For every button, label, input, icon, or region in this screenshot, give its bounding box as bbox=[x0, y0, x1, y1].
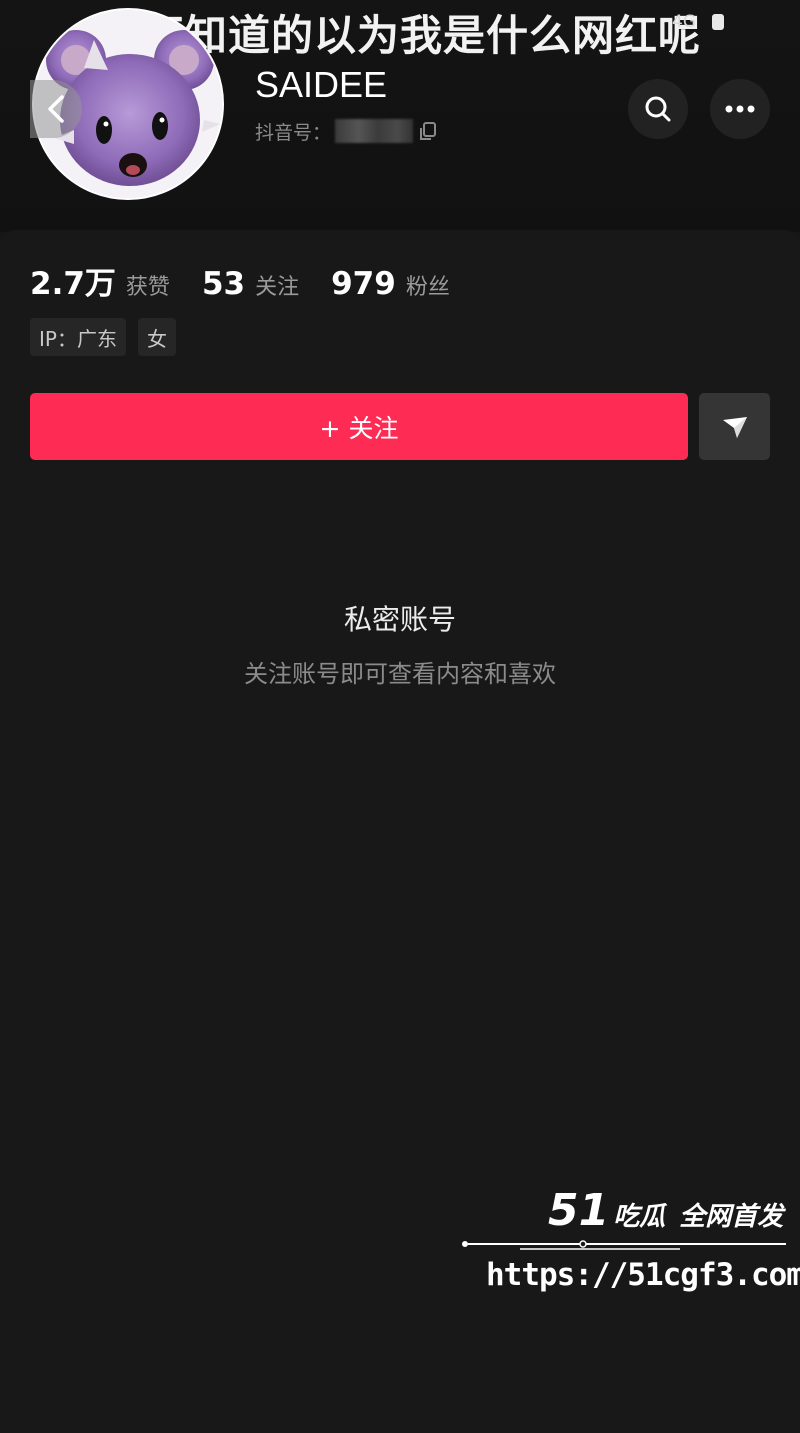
watermark-slogan: 全网首发 bbox=[679, 1202, 784, 1232]
stat-following-value: 53 bbox=[201, 266, 246, 302]
battery-icon bbox=[712, 14, 724, 30]
more-icon bbox=[725, 105, 755, 113]
search-button[interactable] bbox=[628, 79, 688, 139]
network-indicator: 4G bbox=[672, 12, 696, 32]
stat-following-label: 关注 bbox=[255, 275, 300, 300]
douyin-id: 抖音号： bbox=[255, 118, 439, 144]
stat-followers-value: 979 bbox=[331, 266, 396, 302]
username: SAIDEE bbox=[255, 64, 388, 105]
douyin-id-value-redacted bbox=[335, 119, 414, 143]
stat-followers-label: 粉丝 bbox=[405, 275, 450, 300]
private-account-subtitle: 关注账号即可查看内容和喜欢 bbox=[244, 660, 556, 688]
more-button[interactable] bbox=[710, 79, 770, 139]
douyin-id-label: 抖音号： bbox=[255, 121, 332, 144]
watermark-brand: 吃瓜 bbox=[613, 1202, 666, 1232]
follow-button[interactable]: + 关注 bbox=[30, 393, 688, 460]
watermark-logo: 51 吃瓜 全网首发 bbox=[548, 1185, 783, 1236]
tag-ip-location: IP：广东 bbox=[30, 318, 126, 356]
send-icon bbox=[722, 416, 747, 438]
profile-stats: 2.7万 获赞 53 关注 979 粉丝 bbox=[30, 258, 482, 303]
share-button[interactable] bbox=[699, 393, 770, 460]
stat-likes-label: 获赞 bbox=[125, 275, 170, 300]
search-icon bbox=[645, 96, 671, 122]
profile-tags: IP：广东 女 bbox=[30, 318, 176, 356]
watermark-circuit-lines bbox=[462, 1240, 786, 1250]
tag-gender: 女 bbox=[137, 318, 176, 356]
stat-followers[interactable]: 979 粉丝 bbox=[331, 266, 450, 302]
stat-likes[interactable]: 2.7万 获赞 bbox=[30, 258, 170, 303]
copy-icon[interactable] bbox=[417, 120, 439, 142]
watermark-url: https://51cgf3.com bbox=[486, 1257, 800, 1293]
watermark: 51 吃瓜 全网首发 https://51cgf3.com bbox=[460, 1185, 800, 1305]
stat-likes-value: 2.7万 bbox=[30, 266, 116, 302]
watermark-number: 51 bbox=[548, 1185, 610, 1236]
chevron-left-icon bbox=[48, 95, 64, 123]
private-account-title: 私密账号 bbox=[343, 603, 456, 636]
stat-following[interactable]: 53 关注 bbox=[202, 266, 299, 302]
